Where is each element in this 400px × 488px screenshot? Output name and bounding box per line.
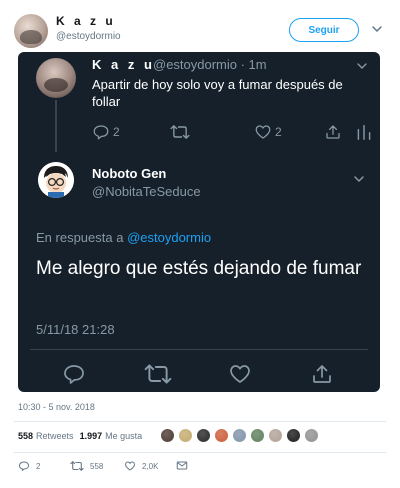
chevron-down-icon[interactable] xyxy=(370,22,384,36)
retweet-icon xyxy=(70,461,84,471)
reply-icon xyxy=(93,125,109,140)
retweet-icon xyxy=(144,364,172,384)
likes-count[interactable]: 1.997 xyxy=(80,431,103,441)
thread-line xyxy=(55,100,57,152)
author-handle[interactable]: @estoydormio xyxy=(56,31,121,42)
reply-timestamp: 5/11/18 21:28 xyxy=(36,322,115,337)
share-icon xyxy=(313,365,331,383)
liker-avatar[interactable] xyxy=(286,428,301,443)
quoted-tweet-text: Apartir de hoy solo voy a fumar después … xyxy=(92,77,343,109)
reply-button[interactable]: 2 xyxy=(18,460,40,472)
liker-avatar[interactable] xyxy=(232,428,247,443)
reply-mention: @estoydormio xyxy=(127,230,212,245)
heart-icon xyxy=(255,125,271,139)
retweet-button[interactable]: 558 xyxy=(70,460,103,472)
likers-avatars[interactable] xyxy=(160,428,322,444)
likes-label[interactable]: Me gusta xyxy=(105,431,142,441)
quoted-retweet xyxy=(170,122,190,142)
retweets-label[interactable]: Retweets xyxy=(36,431,74,441)
quoted-stats xyxy=(356,122,372,142)
like-button[interactable]: 2,0K xyxy=(124,460,158,472)
message-button[interactable] xyxy=(176,460,188,471)
follow-button[interactable]: Seguir xyxy=(289,18,359,42)
tweet-header: K a z u @estoydormio Seguir xyxy=(0,0,400,52)
author-name[interactable]: K a z u xyxy=(56,14,116,28)
reply-prefix: En respuesta a xyxy=(36,230,124,245)
heart-icon xyxy=(125,461,135,471)
quoted-reply-count: 2 xyxy=(113,125,120,139)
retweet-count: 558 xyxy=(90,461,104,471)
liker-avatar[interactable] xyxy=(214,428,229,443)
reply-author-handle: @NobitaTeSeduce xyxy=(92,184,201,199)
tweet-stats: 558 Retweets 1.997 Me gusta xyxy=(18,431,142,441)
quoted-author-name: K a z u xyxy=(92,57,155,72)
divider xyxy=(30,349,368,350)
divider xyxy=(14,452,386,453)
embedded-screenshot: K a z u @estoydormio · 1m Apartir de hoy… xyxy=(18,52,380,392)
avatar[interactable] xyxy=(14,14,48,48)
chevron-down-icon xyxy=(357,63,367,69)
quoted-share xyxy=(324,122,342,142)
tweet-timestamp[interactable]: 10:30 - 5 nov. 2018 xyxy=(18,402,95,412)
quoted-reply: 2 xyxy=(92,122,120,142)
quoted-like-count: 2 xyxy=(275,125,282,139)
retweet-icon xyxy=(170,125,190,139)
quoted-like: 2 xyxy=(254,122,282,142)
like-count: 2,0K xyxy=(142,461,159,471)
retweets-count[interactable]: 558 xyxy=(18,431,33,441)
mail-icon xyxy=(176,461,188,470)
reply-actions xyxy=(18,362,380,388)
reply-tweet-text: Me alegro que estés dejando de fumar xyxy=(36,258,362,279)
reply-context: En respuesta a @estoydormio xyxy=(36,230,211,245)
reply-icon xyxy=(19,461,29,471)
chevron-down-icon xyxy=(354,176,364,183)
reply-author-name: Noboto Gen xyxy=(92,166,167,181)
divider xyxy=(14,421,386,422)
quoted-author-meta: @estoydormio · 1m xyxy=(153,57,267,72)
heart-icon xyxy=(230,365,250,383)
stats-icon xyxy=(357,124,371,140)
share-icon xyxy=(326,125,340,139)
avatar xyxy=(38,162,74,198)
quoted-actions: 2 2 xyxy=(92,122,372,142)
avatar-illustration xyxy=(38,162,74,198)
liker-avatar[interactable] xyxy=(304,428,319,443)
avatar xyxy=(36,58,76,98)
reply-icon xyxy=(64,365,84,384)
reply-count: 2 xyxy=(36,461,41,471)
liker-avatar[interactable] xyxy=(178,428,193,443)
tweet-actions: 2 558 2,0K xyxy=(18,460,318,474)
liker-avatar[interactable] xyxy=(160,428,175,443)
liker-avatar[interactable] xyxy=(196,428,211,443)
liker-avatar[interactable] xyxy=(250,428,265,443)
liker-avatar[interactable] xyxy=(268,428,283,443)
